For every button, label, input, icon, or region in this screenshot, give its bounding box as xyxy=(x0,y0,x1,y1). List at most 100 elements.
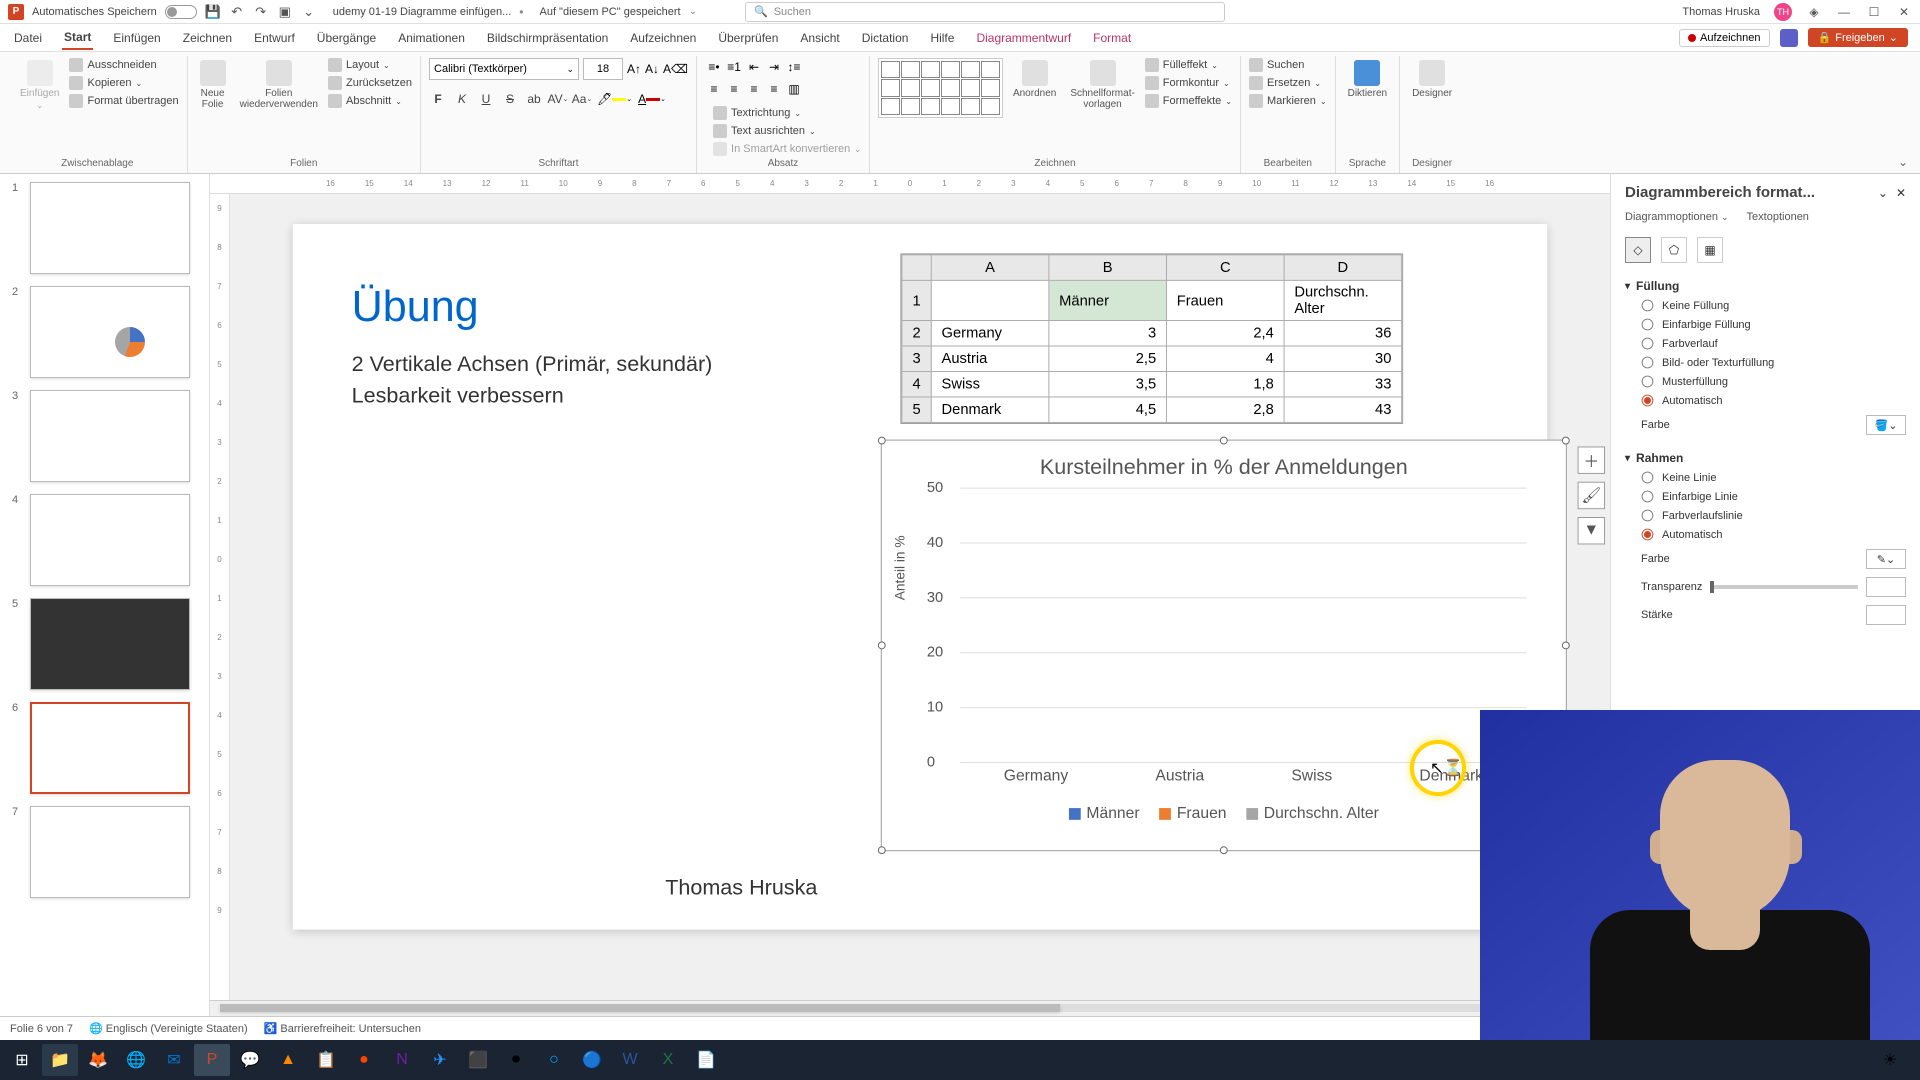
taskbar-obs[interactable]: ⏺ xyxy=(498,1044,534,1076)
thumb-2[interactable] xyxy=(30,286,190,378)
fill-line-tab-icon[interactable]: ◇ xyxy=(1625,237,1651,263)
taskbar-word[interactable]: W xyxy=(612,1044,648,1076)
collapse-ribbon-icon[interactable]: ⌄ xyxy=(1898,155,1908,169)
thumb-7[interactable] xyxy=(30,806,190,898)
user-name[interactable]: Thomas Hruska xyxy=(1682,6,1760,18)
quickstyles-button[interactable]: Schnellformat- vorlagen xyxy=(1066,58,1138,112)
underline-button[interactable]: U xyxy=(477,90,495,108)
teams-icon[interactable] xyxy=(1780,29,1798,47)
tab-file[interactable]: Datei xyxy=(12,27,44,49)
chart-plot[interactable]: Anteil in % 01020304050 xyxy=(960,488,1526,762)
chart-title[interactable]: Kursteilnehmer in % der Anmeldungen xyxy=(882,441,1566,488)
taskbar-telegram[interactable]: ✈ xyxy=(422,1044,458,1076)
start-button[interactable]: ⊞ xyxy=(4,1044,40,1076)
smartart-button[interactable]: In SmartArt konvertieren⌄ xyxy=(713,142,861,156)
chart-filter-button[interactable]: ▼ xyxy=(1578,517,1605,544)
fill-auto[interactable]: Automatisch xyxy=(1641,394,1906,407)
italic-button[interactable]: K xyxy=(453,90,471,108)
close-icon[interactable]: ✕ xyxy=(1896,4,1912,20)
font-size-select[interactable]: 18 xyxy=(583,58,623,80)
justify-button[interactable]: ≡ xyxy=(765,80,783,98)
tab-help[interactable]: Hilfe xyxy=(928,27,956,49)
align-right-button[interactable]: ≡ xyxy=(745,80,763,98)
slide[interactable]: Übung 2 Vertikale Achsen (Primär, sekund… xyxy=(293,224,1547,930)
undo-icon[interactable]: ↶ xyxy=(229,4,245,20)
width-input[interactable] xyxy=(1866,605,1906,625)
fill-button[interactable]: Fülleffekt⌄ xyxy=(1145,58,1232,72)
cut-button[interactable]: Ausschneiden xyxy=(69,58,178,72)
fill-color-picker[interactable]: 🪣⌄ xyxy=(1866,415,1906,435)
diamond-icon[interactable]: ◈ xyxy=(1806,4,1822,20)
layout-button[interactable]: Layout⌄ xyxy=(328,58,412,72)
taskbar-app4[interactable]: ⬛ xyxy=(460,1044,496,1076)
fill-header[interactable]: ▾Füllung xyxy=(1625,279,1906,293)
chart-legend[interactable]: MännerFrauenDurchschn. Alter xyxy=(882,805,1566,823)
case-button[interactable]: Aa⌄ xyxy=(573,90,591,108)
slide-subtitle-1[interactable]: 2 Vertikale Achsen (Primär, sekundär) xyxy=(352,351,713,376)
tab-design[interactable]: Entwurf xyxy=(252,27,297,49)
text-direction-button[interactable]: Textrichtung⌄ xyxy=(713,106,861,120)
taskbar-app3[interactable]: ● xyxy=(346,1044,382,1076)
presenter-icon[interactable]: ▣ xyxy=(277,4,293,20)
thumb-1[interactable] xyxy=(30,182,190,274)
strike-button[interactable]: S xyxy=(501,90,519,108)
transparency-input[interactable] xyxy=(1866,577,1906,597)
fill-picture[interactable]: Bild- oder Texturfüllung xyxy=(1641,356,1906,369)
dictate-button[interactable]: Diktieren xyxy=(1344,58,1391,101)
format-tab-textoptions[interactable]: Textoptionen xyxy=(1747,211,1809,223)
taskbar-firefox[interactable]: 🦊 xyxy=(80,1044,116,1076)
fill-none[interactable]: Keine Füllung xyxy=(1641,299,1906,312)
taskbar-excel[interactable]: X xyxy=(650,1044,686,1076)
format-tab-chartoptions[interactable]: Diagrammoptionen ⌄ xyxy=(1625,211,1729,223)
qat-dropdown-icon[interactable]: ⌄ xyxy=(301,4,317,20)
paste-button[interactable]: Einfügen⌄ xyxy=(16,58,63,112)
thumb-5[interactable] xyxy=(30,598,190,690)
clear-format-icon[interactable]: A⌫ xyxy=(663,62,688,76)
decrease-font-icon[interactable]: A↓ xyxy=(645,62,659,76)
chart-elements-button[interactable]: ＋ xyxy=(1578,446,1605,473)
taskbar-app2[interactable]: 📋 xyxy=(308,1044,344,1076)
avatar[interactable]: TH xyxy=(1774,3,1792,21)
maximize-icon[interactable]: ☐ xyxy=(1866,4,1882,20)
tab-view[interactable]: Ansicht xyxy=(798,27,841,49)
fill-gradient[interactable]: Farbverlauf xyxy=(1641,337,1906,350)
effects-button[interactable]: Formeffekte⌄ xyxy=(1145,94,1232,108)
chart-styles-button[interactable]: 🖌 xyxy=(1578,482,1605,509)
indent-inc-button[interactable]: ⇥ xyxy=(765,58,783,76)
accessibility-status[interactable]: ♿ Barrierefreiheit: Untersuchen xyxy=(264,1022,421,1035)
border-none[interactable]: Keine Linie xyxy=(1641,471,1906,484)
tab-animations[interactable]: Animationen xyxy=(396,27,467,49)
redo-icon[interactable]: ↷ xyxy=(253,4,269,20)
tab-review[interactable]: Überprüfen xyxy=(716,27,780,49)
format-painter-button[interactable]: Format übertragen xyxy=(69,94,178,108)
columns-button[interactable]: ▥ xyxy=(785,80,803,98)
format-pane-dropdown-icon[interactable]: ⌄ xyxy=(1878,186,1888,200)
copy-button[interactable]: Kopieren⌄ xyxy=(69,76,178,90)
text-align-button[interactable]: Text ausrichten⌄ xyxy=(713,124,861,138)
bullets-button[interactable]: ≡• xyxy=(705,58,723,76)
taskbar-explorer[interactable]: 📁 xyxy=(42,1044,78,1076)
tab-slideshow[interactable]: Bildschirmpräsentation xyxy=(485,27,610,49)
tab-insert[interactable]: Einfügen xyxy=(111,27,162,49)
tab-draw[interactable]: Zeichnen xyxy=(181,27,234,49)
taskbar-powerpoint[interactable]: P xyxy=(194,1044,230,1076)
taskbar-app7[interactable]: 📄 xyxy=(688,1044,724,1076)
bold-button[interactable]: F xyxy=(429,90,447,108)
fill-pattern[interactable]: Musterfüllung xyxy=(1641,375,1906,388)
shapes-gallery[interactable] xyxy=(878,58,1003,118)
slide-title[interactable]: Übung xyxy=(352,283,479,332)
border-header[interactable]: ▾Rahmen xyxy=(1625,451,1906,465)
highlight-button[interactable]: 🖊⌄ xyxy=(597,92,632,106)
align-center-button[interactable]: ≡ xyxy=(725,80,743,98)
section-button[interactable]: Abschnitt⌄ xyxy=(328,94,412,108)
size-tab-icon[interactable]: ▦ xyxy=(1697,237,1723,263)
font-color-button[interactable]: A⌄ xyxy=(638,92,666,106)
font-name-select[interactable]: Calibri (Textkörper)⌄ xyxy=(429,58,579,80)
align-left-button[interactable]: ≡ xyxy=(705,80,723,98)
tab-transitions[interactable]: Übergänge xyxy=(315,27,378,49)
arrange-button[interactable]: Anordnen xyxy=(1009,58,1060,101)
reset-button[interactable]: Zurücksetzen xyxy=(328,76,412,90)
taskbar-app6[interactable]: 🔵 xyxy=(574,1044,610,1076)
tab-chartdesign[interactable]: Diagrammentwurf xyxy=(974,27,1073,49)
fill-solid[interactable]: Einfarbige Füllung xyxy=(1641,318,1906,331)
